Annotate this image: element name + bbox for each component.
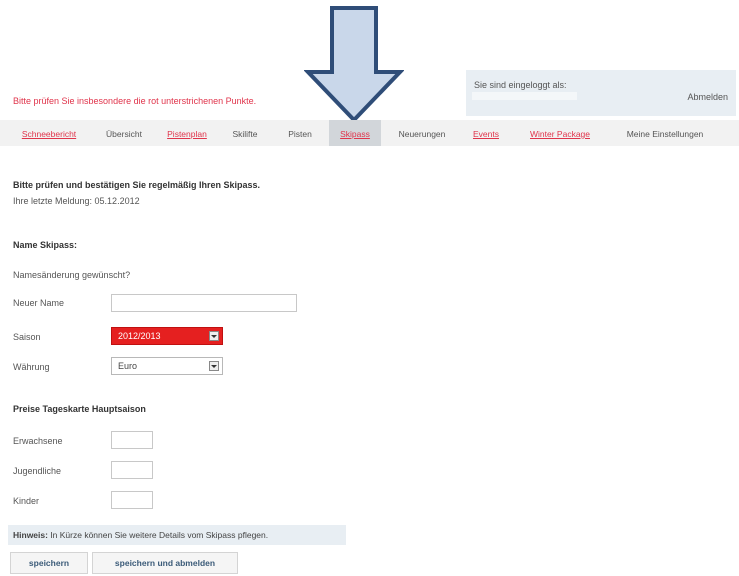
- nav-item-skipass[interactable]: Skipass: [329, 120, 381, 146]
- prices-heading: Preise Tageskarte Hauptsaison: [13, 404, 146, 414]
- children-price-input[interactable]: [111, 491, 153, 509]
- username-display: [472, 92, 577, 100]
- adults-label: Erwachsene: [13, 436, 63, 446]
- nav-item-uebersicht[interactable]: Übersicht: [98, 120, 150, 146]
- adults-price-input[interactable]: [111, 431, 153, 449]
- hint-box: Hinweis: In Kürze können Sie weitere Det…: [8, 525, 346, 545]
- chevron-down-icon: [209, 331, 219, 341]
- youth-label: Jugendliche: [13, 466, 62, 476]
- new-name-label: Neuer Name: [13, 298, 65, 308]
- nav-item-events[interactable]: Events: [466, 120, 506, 146]
- intro-heading: Bitte prüfen und bestätigen Sie regelmäß…: [13, 180, 261, 190]
- currency-label: Währung: [13, 362, 50, 372]
- new-name-input[interactable]: [111, 294, 297, 312]
- nav-item-meine-einstellungen[interactable]: Meine Einstellungen: [610, 120, 720, 146]
- login-box: Sie sind eingeloggt als: Abmelden: [466, 70, 736, 116]
- season-select-value: 2012/2013: [118, 331, 161, 341]
- main-nav: Schneebericht Übersicht Pistenplan Skili…: [0, 120, 739, 146]
- last-report-text: Ihre letzte Meldung: 05.12.2012: [13, 196, 140, 206]
- chevron-down-icon: [209, 361, 219, 371]
- warning-message: Bitte prüfen Sie insbesondere die rot un…: [13, 96, 257, 106]
- save-and-logout-button[interactable]: speichern und abmelden: [92, 552, 238, 574]
- name-change-question: Namesänderung gewünscht?: [13, 270, 131, 280]
- logout-link[interactable]: Abmelden: [687, 92, 728, 102]
- hint-text: In Kürze können Sie weitere Details vom …: [47, 530, 269, 540]
- hint-label: Hinweis:: [13, 530, 48, 540]
- nav-item-pistenplan[interactable]: Pistenplan: [160, 120, 214, 146]
- season-select[interactable]: 2012/2013: [111, 327, 223, 345]
- save-button[interactable]: speichern: [10, 552, 88, 574]
- currency-select[interactable]: Euro: [111, 357, 223, 375]
- login-status-text: Sie sind eingeloggt als:: [474, 80, 567, 90]
- nav-item-winter-package[interactable]: Winter Package: [516, 120, 604, 146]
- nav-item-pisten[interactable]: Pisten: [272, 120, 328, 146]
- arrow-down-icon: [304, 6, 404, 123]
- children-label: Kinder: [13, 496, 40, 506]
- currency-select-value: Euro: [118, 361, 138, 371]
- season-label: Saison: [13, 332, 41, 342]
- youth-price-input[interactable]: [111, 461, 153, 479]
- name-section-heading: Name Skipass:: [13, 240, 78, 250]
- nav-item-neuerungen[interactable]: Neuerungen: [388, 120, 456, 146]
- nav-item-skilifte[interactable]: Skilifte: [224, 120, 266, 146]
- nav-item-schneebericht[interactable]: Schneebericht: [14, 120, 84, 146]
